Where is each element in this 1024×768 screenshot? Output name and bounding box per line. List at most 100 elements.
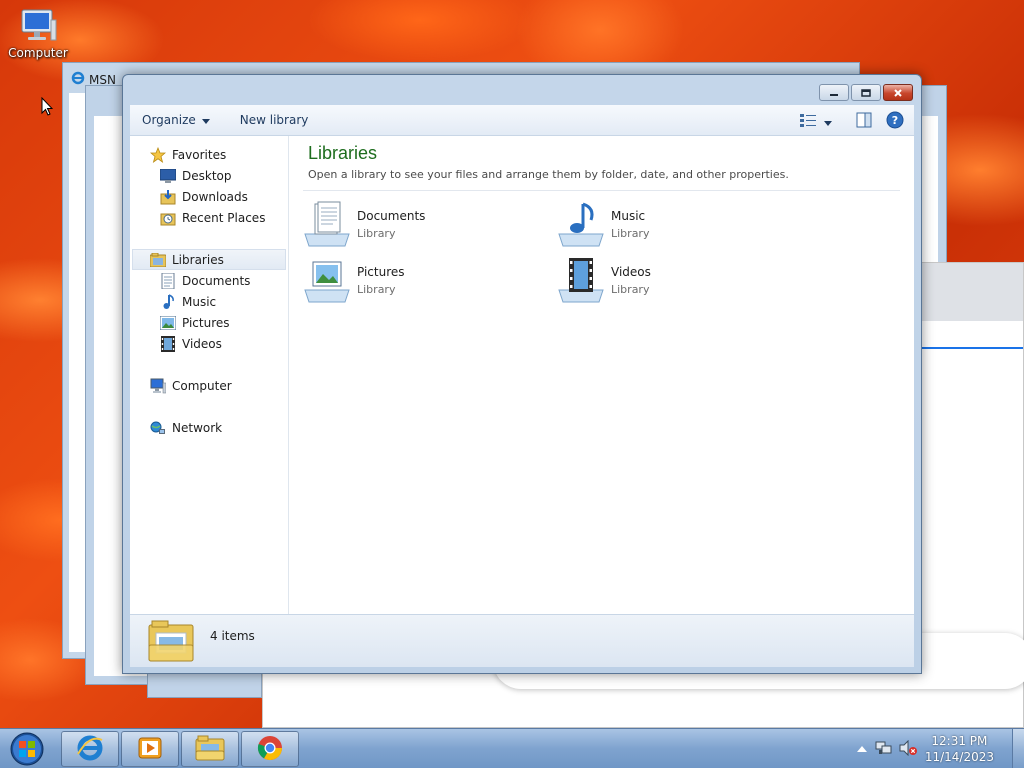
nav-network-label: Network [172,420,223,435]
nav-item-music[interactable]: Music [130,291,288,312]
view-options-icon [800,113,816,130]
nav-item-label: Downloads [182,189,248,204]
taskbar-media-player[interactable] [121,731,179,767]
network-icon [150,420,166,436]
window-controls [819,84,913,101]
taskbar: 12:31 PM 11/14/2023 [0,728,1024,768]
library-type: Library [611,282,650,296]
libraries-folder-icon [148,619,194,666]
favorites-star-icon [150,146,166,163]
library-item-documents[interactable]: Documents Library [303,199,543,249]
internet-explorer-icon [76,734,104,765]
library-item-videos[interactable]: Videos Library [557,255,797,305]
libraries-icon [150,252,166,268]
nav-item-label: Music [182,294,217,309]
pictures-library-icon [303,256,351,304]
downloads-icon [160,189,176,205]
content-divider [303,190,900,191]
pictures-icon [160,315,176,331]
nav-libraries[interactable]: Libraries [132,249,286,270]
nav-item-label: Pictures [182,315,230,330]
taskbar-chrome[interactable] [241,731,299,767]
show-hidden-icons-button[interactable] [856,742,867,756]
desktop-icon-label: Computer [8,46,68,60]
music-icon [160,293,176,310]
content-header: Libraries Open a library to see your fil… [308,143,789,181]
taskbar-clock[interactable]: 12:31 PM 11/14/2023 [925,733,994,765]
library-name: Documents [357,208,426,223]
help-icon[interactable]: ? [886,111,904,132]
nav-item-downloads[interactable]: Downloads [130,186,288,207]
new-library-button[interactable]: New library [222,105,321,135]
nav-item-pictures[interactable]: Pictures [130,312,288,333]
recent-places-icon [160,210,176,226]
nav-item-label: Desktop [182,168,232,183]
new-library-label: New library [239,113,309,127]
show-desktop-button[interactable] [1012,729,1024,768]
taskbar-internet-explorer[interactable] [61,731,119,767]
nav-item-desktop[interactable]: Desktop [130,165,288,186]
media-player-icon [136,734,164,765]
internet-explorer-icon [71,71,85,88]
preview-pane-button[interactable] [856,112,872,131]
library-name: Music [611,208,646,223]
library-item-music[interactable]: Music Library [557,199,797,249]
organize-label: Organize [142,113,196,127]
nav-computer-label: Computer [172,378,232,393]
change-view-button[interactable] [800,113,832,130]
library-type: Library [357,282,396,296]
dropdown-arrow-icon [201,113,210,127]
library-item-pictures[interactable]: Pictures Library [303,255,543,305]
nav-network[interactable]: Network [130,417,288,438]
organize-button[interactable]: Organize [130,105,222,135]
desktop-icon [160,168,176,184]
library-type: Library [611,226,650,240]
minimize-button[interactable] [819,84,849,101]
library-item-text: Documents Library [357,209,425,240]
library-item-text: Videos Library [611,265,651,296]
command-bar-right: ? [800,111,904,132]
library-name: Videos [611,264,651,279]
documents-library-icon [303,200,351,248]
page-title: Libraries [308,143,378,163]
content-pane: Libraries Open a library to see your fil… [289,136,914,614]
clock-date: 11/14/2023 [924,750,994,764]
library-item-text: Pictures Library [357,265,405,296]
library-item-text: Music Library [611,209,649,240]
system-tray: 12:31 PM 11/14/2023 [856,729,1024,768]
nav-item-recent-places[interactable]: Recent Places [130,207,288,228]
library-type: Library [357,226,396,240]
library-name: Pictures [357,264,405,279]
close-button[interactable] [883,84,913,101]
start-button[interactable] [4,730,50,768]
svg-text:?: ? [892,114,898,127]
volume-muted-icon[interactable] [899,739,917,759]
clock-time: 12:31 PM [931,734,988,748]
network-status-icon[interactable] [875,740,893,759]
explorer-window[interactable]: Organize New library ? Favorites Desktop… [122,74,922,674]
command-bar: Organize New library ? [130,105,914,136]
nav-libraries-label: Libraries [172,252,224,267]
music-library-icon [557,200,605,248]
videos-library-icon [557,256,605,304]
documents-icon [160,272,176,289]
mouse-cursor-icon [41,96,54,117]
nav-computer[interactable]: Computer [130,375,288,396]
computer-icon [18,8,58,41]
desktop-icon-computer[interactable]: Computer [8,8,68,60]
view-dropdown-arrow-icon [824,115,832,129]
nav-item-videos[interactable]: Videos [130,333,288,354]
videos-icon [160,335,176,352]
maximize-button[interactable] [851,84,881,101]
navigation-pane: Favorites Desktop Downloads Recent Place… [130,136,289,614]
computer-icon [150,378,166,394]
explorer-folder-icon [195,735,225,764]
nav-item-label: Documents [182,273,251,288]
nav-item-documents[interactable]: Documents [130,270,288,291]
nav-favorites[interactable]: Favorites [130,144,288,165]
taskbar-explorer[interactable] [181,731,239,767]
page-subtitle: Open a library to see your files and arr… [308,168,789,181]
nav-item-label: Recent Places [182,210,266,225]
nav-favorites-label: Favorites [172,147,227,162]
